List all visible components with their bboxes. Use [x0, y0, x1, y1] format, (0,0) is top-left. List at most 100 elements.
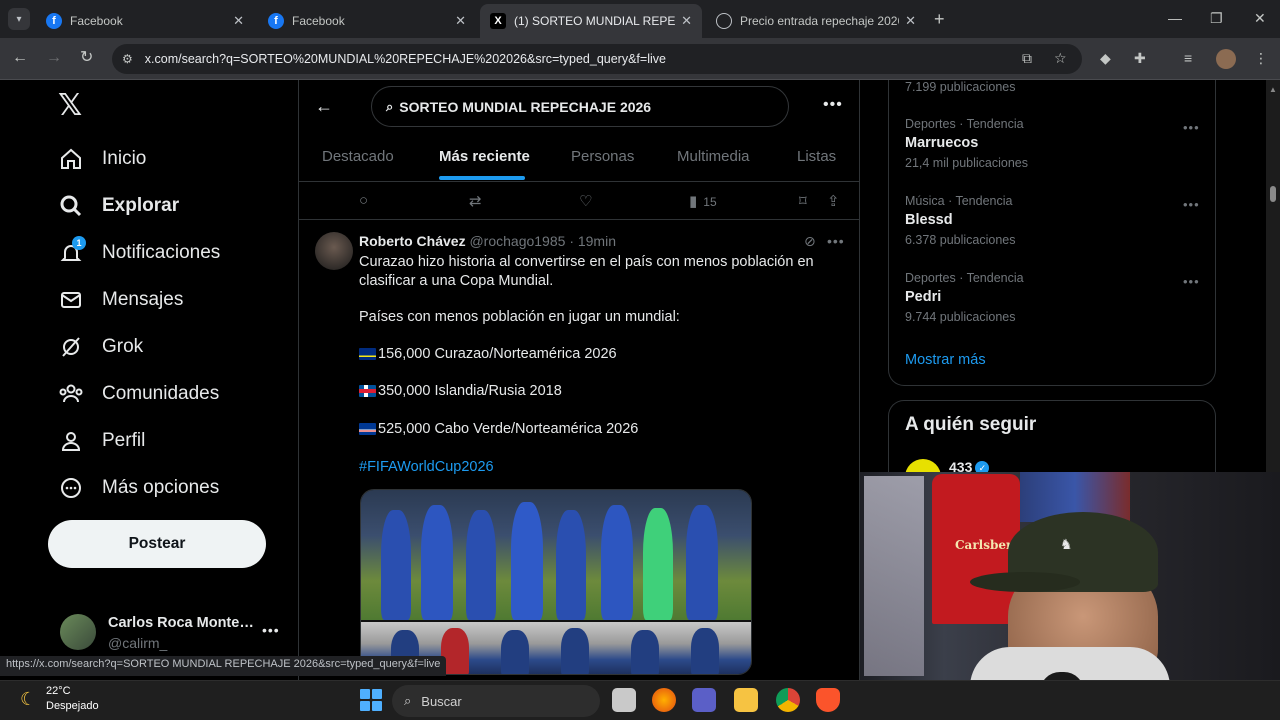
nav-perfil[interactable]: Perfil — [58, 426, 145, 456]
new-tab-icon[interactable]: + — [934, 9, 945, 30]
nav-inicio[interactable]: Inicio — [58, 144, 146, 174]
scroll-thumb[interactable] — [1270, 186, 1276, 202]
address-bar[interactable]: ⚙ x.com/search?q=SORTEO%20MUNDIAL%20REPE… — [112, 44, 1082, 74]
back-arrow-icon[interactable]: ← — [315, 96, 333, 117]
brave-shield-icon[interactable]: ◆ — [1100, 51, 1111, 65]
tab-search-icon[interactable]: ▾ — [8, 8, 30, 30]
tab-facebook-1[interactable]: f Facebook ✕ — [36, 4, 254, 38]
brave-icon[interactable] — [816, 688, 840, 712]
site-settings-icon[interactable]: ⚙ — [122, 52, 133, 66]
trend-more-icon[interactable]: ••• — [1183, 274, 1200, 289]
tweet-hashtag[interactable]: #FIFAWorldCup2026 — [359, 459, 494, 475]
like-icon[interactable]: ♡ — [579, 192, 592, 210]
more-options-icon[interactable]: ••• — [823, 96, 843, 114]
nav-label: Explorar — [102, 195, 180, 216]
tab-mas-reciente[interactable]: Más reciente — [439, 148, 530, 165]
tweet-more-icon[interactable]: ••• — [827, 233, 845, 249]
line-text: 156,000 Curazao/Norteamérica 2026 — [378, 346, 617, 362]
file-explorer-icon[interactable] — [734, 688, 758, 712]
browser-profile-avatar[interactable] — [1216, 49, 1236, 69]
tweet-author-name[interactable]: Roberto Chávez — [359, 233, 466, 249]
reply-icon[interactable]: ○ — [359, 192, 368, 209]
tab-destacado[interactable]: Destacado — [322, 148, 394, 165]
browser-tab-strip: ▾ f Facebook ✕ f Facebook ✕ X (1) SORTEO… — [0, 0, 1280, 38]
close-window-icon[interactable]: ✕ — [1254, 10, 1266, 27]
tab-personas[interactable]: Personas — [571, 148, 634, 165]
notification-badge: 1 — [72, 236, 86, 250]
tab-title: Facebook — [70, 14, 123, 28]
minimize-icon[interactable]: — — [1168, 10, 1182, 26]
webcam-overlay: Carlsberg ♞ — [860, 472, 1280, 680]
mail-icon — [58, 287, 84, 313]
back-icon[interactable]: ← — [12, 50, 28, 66]
reload-icon[interactable]: ↻ — [80, 50, 93, 66]
trends-panel: 7.199 publicaciones Deportes · Tendencia… — [888, 80, 1216, 386]
close-icon[interactable]: ✕ — [455, 13, 466, 29]
scroll-up-icon[interactable]: ▲ — [1269, 85, 1277, 94]
tweet-author-handle[interactable]: @rochago1985 — [469, 233, 565, 249]
tab-x-search[interactable]: X (1) SORTEO MUNDIAL REPECHAJ ✕ — [480, 4, 702, 38]
tweet-avatar[interactable] — [315, 232, 353, 270]
account-avatar[interactable] — [60, 614, 96, 650]
restore-icon[interactable]: ❐ — [1210, 10, 1223, 27]
curacao-flag-icon — [359, 348, 376, 360]
close-icon[interactable]: ✕ — [681, 13, 692, 29]
globe-icon — [716, 13, 732, 29]
views-button[interactable]: ▮ 15 — [689, 192, 717, 210]
teams-icon[interactable] — [692, 688, 716, 712]
trend-name[interactable]: Blessd — [905, 212, 953, 228]
close-icon[interactable]: ✕ — [233, 13, 244, 29]
extensions-icon[interactable]: ✚ — [1134, 51, 1146, 65]
retweet-icon[interactable]: ⇄ — [469, 192, 482, 210]
trend-name[interactable]: Marruecos — [905, 135, 978, 151]
trend-more-icon[interactable]: ••• — [1183, 120, 1200, 135]
tweet-media[interactable] — [360, 489, 752, 675]
nav-notificaciones[interactable]: 1 Notificaciones — [58, 236, 220, 268]
forward-icon[interactable]: → — [46, 50, 62, 66]
post-button[interactable]: Postear — [48, 520, 266, 568]
moon-weather-icon[interactable]: ☾ — [20, 689, 36, 710]
bookmark-icon[interactable]: ⌑ — [799, 192, 807, 210]
taskbar-search[interactable]: ⌕ Buscar — [392, 685, 600, 717]
url-text: x.com/search?q=SORTEO%20MUNDIAL%20REPECH… — [144, 52, 666, 66]
nav-grok[interactable]: Grok — [58, 332, 143, 362]
weather-description[interactable]: Despejado — [46, 700, 99, 712]
tweet-time[interactable]: · 19min — [569, 233, 616, 249]
nav-explorar[interactable]: Explorar — [58, 191, 179, 221]
browser-menu-icon[interactable]: ⋮ — [1254, 51, 1268, 65]
task-view-icon[interactable] — [612, 688, 636, 712]
trend-more-icon[interactable]: ••• — [1183, 197, 1200, 212]
tab-facebook-2[interactable]: f Facebook ✕ — [258, 4, 476, 38]
iceland-flag-icon — [359, 385, 376, 397]
nav-mensajes[interactable]: Mensajes — [58, 285, 183, 315]
search-query: SORTEO MUNDIAL REPECHAJE 2026 — [399, 98, 652, 115]
tab-multimedia[interactable]: Multimedia — [677, 148, 750, 165]
grok-icon — [58, 334, 84, 360]
tab-precio[interactable]: Precio entrada repechaje 2026 ✕ — [706, 4, 926, 38]
windows-start-icon[interactable] — [360, 689, 382, 711]
grok-explain-icon[interactable]: ⊘ — [804, 233, 816, 250]
tab-listas[interactable]: Listas — [797, 148, 836, 165]
share-icon[interactable]: ⇪ — [827, 192, 840, 210]
search-input[interactable]: ⌕ SORTEO MUNDIAL REPECHAJE 2026 — [371, 86, 789, 127]
views-count: 15 — [703, 195, 717, 209]
previous-tweet-actions: ○ ⇄ ♡ ▮ 15 ⌑ ⇪ — [299, 182, 859, 220]
team-photo-curacao[interactable] — [361, 490, 751, 620]
trend-name[interactable]: Pedri — [905, 289, 941, 305]
install-app-icon[interactable]: ⧉ — [1022, 51, 1032, 65]
x-icon: X — [490, 13, 506, 29]
media-controls-icon[interactable]: ≡ — [1184, 51, 1192, 65]
nav-comunidades[interactable]: Comunidades — [58, 379, 219, 409]
chrome-icon[interactable] — [776, 688, 800, 712]
show-more-link[interactable]: Mostrar más — [905, 352, 986, 368]
nav-mas-opciones[interactable]: Más opciones — [58, 473, 219, 503]
account-name[interactable]: Carlos Roca Monte… — [108, 615, 254, 631]
x-logo-icon[interactable]: 𝕏 — [58, 91, 86, 121]
account-more-icon[interactable]: ••• — [262, 622, 280, 638]
search-icon: ⌕ — [386, 98, 394, 114]
weather-temperature[interactable]: 22°C — [46, 685, 71, 697]
search-tabs: Destacado Más reciente Personas Multimed… — [299, 138, 859, 182]
bookmark-star-icon[interactable]: ☆ — [1054, 51, 1067, 65]
close-icon[interactable]: ✕ — [905, 13, 916, 29]
firefox-icon[interactable] — [652, 688, 676, 712]
